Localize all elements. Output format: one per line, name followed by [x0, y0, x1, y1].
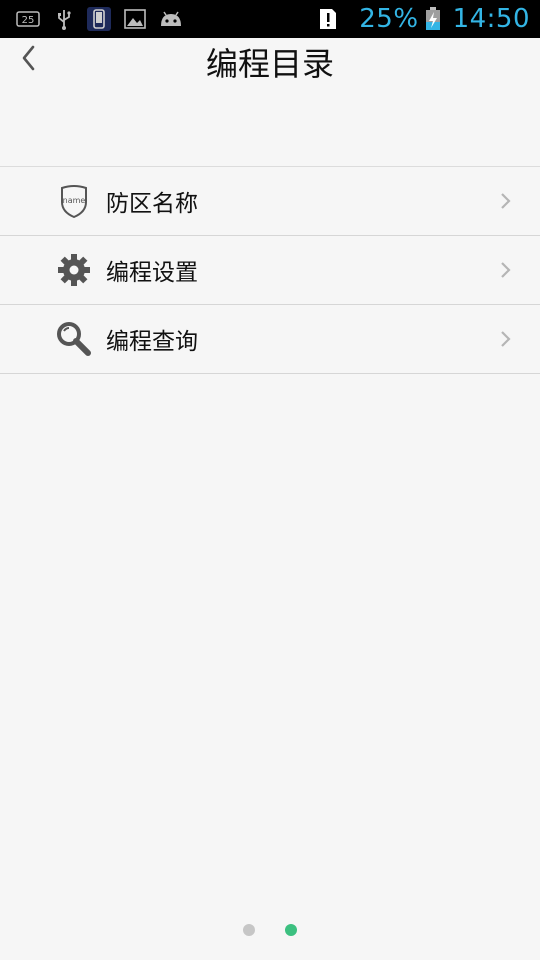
menu-item-label: 编程查询	[106, 329, 198, 355]
page-dot-inactive[interactable]	[243, 924, 255, 936]
gear-icon	[56, 252, 92, 288]
phone-icon	[87, 7, 111, 31]
notification-count-text: 25	[22, 15, 35, 26]
image-icon	[123, 7, 147, 31]
chevron-left-icon	[20, 44, 36, 76]
menu-item-label: 防区名称	[106, 191, 198, 217]
notification-count-icon: 25	[16, 7, 40, 31]
search-icon	[56, 321, 92, 357]
chevron-right-icon	[498, 260, 512, 280]
android-icon	[158, 7, 184, 31]
battery-charging-icon	[425, 6, 441, 32]
page-dot-active[interactable]	[285, 924, 297, 936]
menu-item-label: 编程设置	[106, 260, 198, 286]
battery-percentage: 25%	[359, 4, 419, 34]
alert-icon	[317, 7, 339, 31]
usb-icon	[54, 7, 74, 31]
menu-item-zone-name[interactable]: name 防区名称	[0, 167, 540, 236]
chevron-right-icon	[498, 329, 512, 349]
app-bar: 编程目录	[0, 38, 540, 94]
chevron-right-icon	[498, 191, 512, 211]
shield-name-icon: name	[56, 183, 92, 219]
menu-item-programming-query[interactable]: 编程查询	[0, 305, 540, 374]
page-title: 编程目录	[205, 45, 334, 83]
menu-item-programming-settings[interactable]: 编程设置	[0, 236, 540, 305]
shield-name-text: name	[63, 196, 86, 205]
back-button[interactable]	[8, 40, 48, 80]
programming-menu-list: name 防区名称 编程设置 编程查询	[0, 166, 540, 374]
clock: 14:50	[452, 4, 530, 34]
page-indicator	[0, 924, 540, 938]
status-bar: 25 25% 14:50	[0, 0, 540, 38]
